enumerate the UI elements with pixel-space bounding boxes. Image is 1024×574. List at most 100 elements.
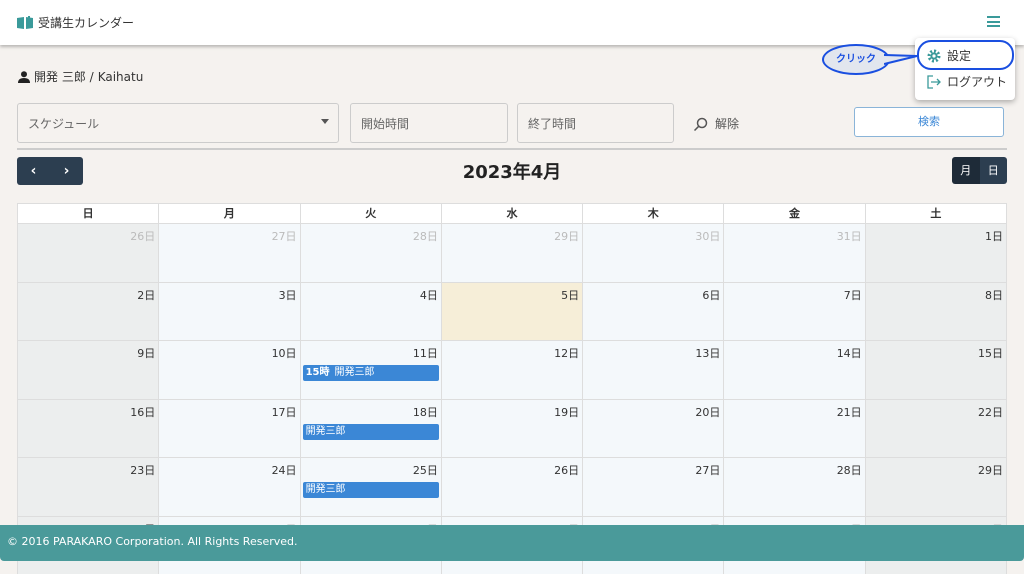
day-number: 3日: [279, 287, 297, 303]
week-row: 9日 10日 11日 15時開発三郎 12日13日14日 15日: [18, 340, 1007, 399]
weekday-3: 水: [442, 203, 583, 223]
day-number: 29日: [554, 228, 579, 244]
hamburger-menu-icon[interactable]: [987, 16, 1000, 27]
day-number: 6日: [702, 287, 720, 303]
day-cell[interactable]: 24日: [159, 457, 300, 516]
day-cell[interactable]: 27日: [583, 457, 724, 516]
calendar-grid: 日月火水木金土 26日27日28日29日30日31日1日2日3日4日5日6日7日…: [17, 203, 1007, 574]
weekday-4: 木: [583, 203, 724, 223]
day-cell[interactable]: 7日: [724, 282, 865, 341]
day-number: 18日: [413, 404, 438, 420]
day-cell[interactable]: 10日: [159, 340, 300, 399]
highlight-outline: [917, 40, 1014, 70]
event-time: 15時: [306, 367, 330, 378]
event-item[interactable]: 15時開発三郎: [303, 365, 439, 381]
schedule-select[interactable]: スケジュール: [17, 103, 339, 143]
annotation-pointer: [884, 52, 918, 68]
day-number: 7日: [844, 287, 862, 303]
end-time-input[interactable]: 終了時間: [517, 103, 674, 143]
view-day-button[interactable]: 日: [980, 157, 1008, 184]
day-cell[interactable]: 14日: [724, 340, 865, 399]
caret-down-icon: [321, 119, 329, 128]
day-number: 27日: [695, 462, 720, 478]
day-cell[interactable]: 29日: [442, 223, 583, 282]
day-cell[interactable]: 26日: [442, 457, 583, 516]
user-login: Kaihatu: [98, 70, 144, 84]
week-row: 23日24日25日開発三郎26日27日28日29日: [18, 457, 1007, 516]
day-number: 28日: [413, 228, 438, 244]
day-number: 11日: [413, 345, 438, 361]
day-cell[interactable]: 30日: [583, 223, 724, 282]
day-number: 4日: [420, 287, 438, 303]
menu-item-logout[interactable]: ログアウト: [927, 73, 1007, 90]
day-cell[interactable]: 4日: [301, 282, 442, 341]
day-number: 16日: [130, 404, 155, 420]
day-cell[interactable]: 6日: [583, 282, 724, 341]
day-number: 20日: [695, 404, 720, 420]
day-cell[interactable]: 31日: [724, 223, 865, 282]
app-header: 受講生カレンダー: [0, 0, 1024, 45]
search-off-icon: [693, 117, 709, 131]
day-cell[interactable]: 21日: [724, 399, 865, 458]
day-cell[interactable]: 17日: [159, 399, 300, 458]
day-cell[interactable]: 25日開発三郎: [301, 457, 442, 516]
day-cell[interactable]: 20日: [583, 399, 724, 458]
day-number: 8日: [985, 287, 1003, 303]
day-cell[interactable]: 11日 15時開発三郎: [301, 340, 442, 399]
day-cell[interactable]: 18日開発三郎: [301, 399, 442, 458]
day-number: 12日: [554, 345, 579, 361]
day-cell[interactable]: 13日: [583, 340, 724, 399]
day-cell[interactable]: 27日: [159, 223, 300, 282]
app-logo[interactable]: 受講生カレンダー: [17, 14, 134, 31]
day-number: 31日: [837, 228, 862, 244]
footer: © 2016 PARAKARO Corporation. All Rights …: [0, 525, 1024, 561]
clear-label: 解除: [715, 115, 739, 132]
weekday-6: 土: [866, 203, 1007, 223]
event-title: 開発三郎: [306, 484, 346, 495]
clear-button[interactable]: 解除: [693, 115, 739, 132]
week-row: 16日17日18日開発三郎19日20日21日22日: [18, 399, 1007, 458]
start-time-input[interactable]: 開始時間: [350, 103, 508, 143]
day-cell[interactable]: 8日: [866, 282, 1007, 341]
day-cell[interactable]: 28日: [724, 457, 865, 516]
day-cell[interactable]: 1日: [866, 223, 1007, 282]
day-number: 30日: [695, 228, 720, 244]
day-cell[interactable]: 29日: [866, 457, 1007, 516]
copyright: © 2016 PARAKARO Corporation. All Rights …: [7, 535, 298, 548]
book-icon: [17, 16, 33, 29]
user-icon: [18, 71, 30, 83]
day-cell[interactable]: 23日: [18, 457, 159, 516]
day-cell[interactable]: 12日: [442, 340, 583, 399]
day-cell[interactable]: 22日: [866, 399, 1007, 458]
search-button[interactable]: 検索: [854, 107, 1004, 137]
day-number: 2日: [137, 287, 155, 303]
event-title: 開発三郎: [306, 426, 346, 437]
event-item[interactable]: 開発三郎: [303, 424, 439, 440]
click-annotation: クリック: [822, 44, 890, 75]
day-number: 10日: [272, 345, 297, 361]
app-title: 受講生カレンダー: [38, 14, 134, 31]
day-number: 15日: [978, 345, 1003, 361]
day-cell[interactable]: 3日: [159, 282, 300, 341]
day-cell[interactable]: 5日: [442, 282, 583, 341]
day-number: 1日: [985, 228, 1003, 244]
view-toggle: 月 日: [952, 157, 1007, 184]
day-cell[interactable]: 2日: [18, 282, 159, 341]
day-cell[interactable]: 15日: [866, 340, 1007, 399]
logout-label: ログアウト: [947, 73, 1007, 90]
day-cell[interactable]: 9日: [18, 340, 159, 399]
day-cell[interactable]: 28日: [301, 223, 442, 282]
day-number: 9日: [137, 345, 155, 361]
day-number: 29日: [978, 462, 1003, 478]
user-info: 開発 三郎 / Kaihatu: [18, 68, 143, 85]
weekday-header: 日月火水木金土: [18, 203, 1007, 223]
day-cell[interactable]: 26日: [18, 223, 159, 282]
day-number: 5日: [561, 287, 579, 303]
end-time-placeholder: 終了時間: [528, 117, 576, 131]
schedule-placeholder: スケジュール: [28, 117, 99, 131]
day-cell[interactable]: 19日: [442, 399, 583, 458]
view-month-button[interactable]: 月: [952, 157, 980, 184]
day-number: 25日: [413, 462, 438, 478]
event-item[interactable]: 開発三郎: [303, 482, 439, 498]
day-cell[interactable]: 16日: [18, 399, 159, 458]
